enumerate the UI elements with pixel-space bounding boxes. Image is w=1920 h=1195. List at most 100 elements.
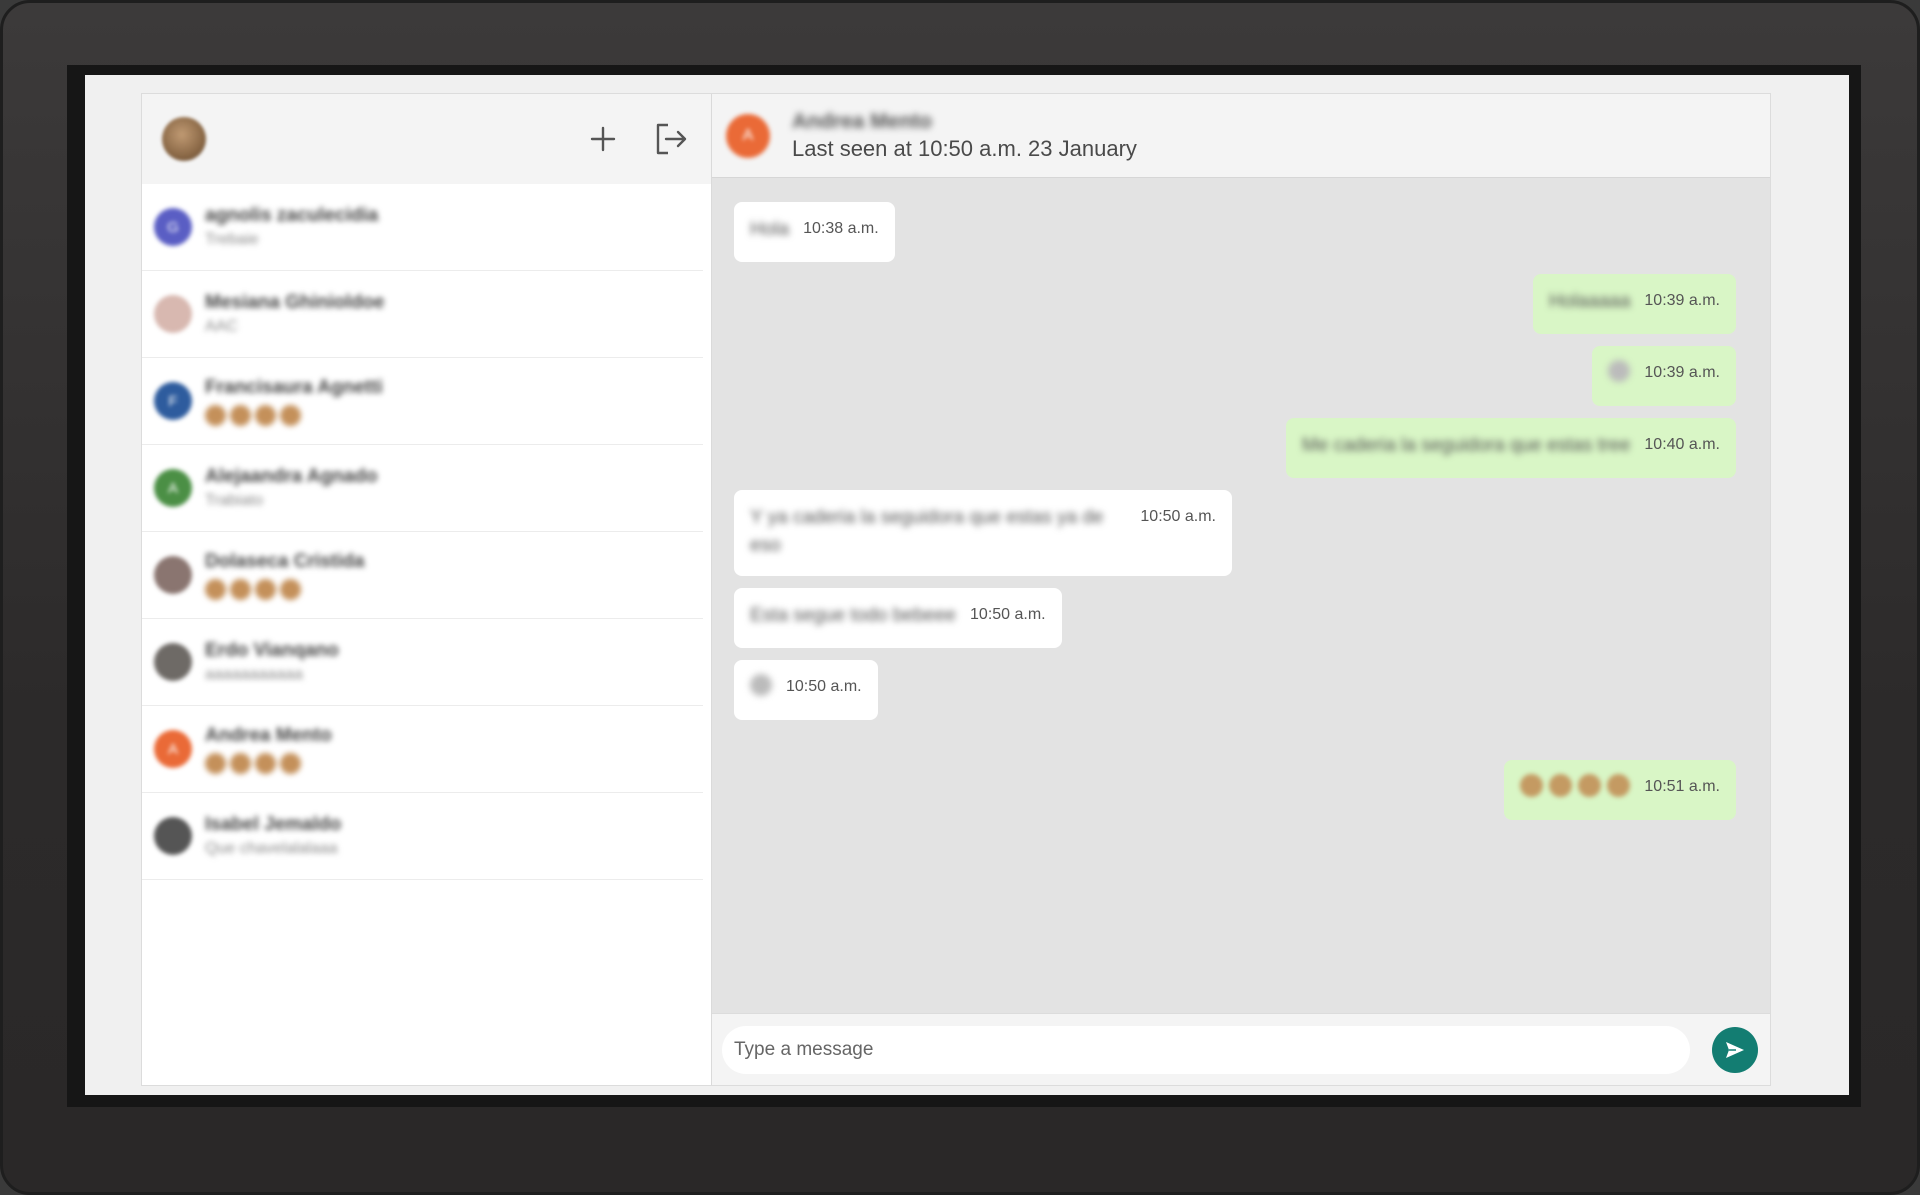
chat-avatar: A [154, 730, 192, 768]
conversation-header: A Andrea Mento Last seen at 10:50 a.m. 2… [712, 94, 1770, 178]
emoji-icon [255, 578, 276, 600]
chat-list-item[interactable]: A Alejaandra Agnado Trabiato [142, 445, 703, 532]
chat-text: Francisaura Agnetti [205, 377, 383, 426]
message-bubble[interactable]: 10:39 a.m. [1592, 346, 1736, 406]
header-actions [583, 119, 691, 159]
chat-text: Alejaandra Agnado Trabiato [205, 466, 377, 510]
message-time: 10:38 a.m. [803, 220, 879, 237]
chat-name: Erdo Vianqano [205, 640, 339, 661]
emoji-icon [230, 578, 251, 600]
message-text: Hola [750, 219, 790, 240]
contact-name: Andrea Mento [792, 109, 933, 133]
chat-list-item[interactable]: Isabel Jemaldo Que chavelalalaaa [142, 793, 703, 880]
monitor-bezel: Gagnolis zaculecidia Trebaie Mesiana Ghini… [0, 0, 1920, 1195]
chat-list-item[interactable]: Mesiana Ghinioldoe AAC [142, 271, 703, 358]
incoming-message: 10:50 a.m. [734, 660, 1736, 720]
message-text: Esta segue todo bebeee [750, 605, 957, 626]
emoji-icon [280, 404, 301, 426]
incoming-message: Hola 10:38 a.m. [734, 202, 1736, 262]
chat-list-item[interactable]: F Francisaura Agnetti [142, 358, 703, 445]
logout-button[interactable] [651, 119, 691, 159]
outgoing-message: 10:51 a.m. [734, 760, 1736, 820]
message-bubble[interactable]: Holaaaaa 10:39 a.m. [1533, 274, 1736, 334]
chat-text: Erdo Vianqano aaaaaaaaaaa [205, 640, 339, 684]
send-icon [1726, 1041, 1744, 1058]
message-time: 10:51 a.m. [1644, 778, 1720, 795]
message-time: 10:50 a.m. [970, 606, 1046, 623]
message-time: 10:39 a.m. [1644, 364, 1720, 381]
chat-avatar [154, 817, 192, 855]
message-input[interactable] [722, 1025, 1690, 1074]
incoming-message: Esta segue todo bebeee 10:50 a.m. [734, 588, 1736, 648]
message-time: 10:40 a.m. [1644, 436, 1720, 453]
logout-icon [656, 123, 687, 155]
emoji-icon [205, 404, 226, 426]
chat-name: Andrea Mento [205, 724, 332, 746]
message-text: Holaaaaa [1549, 291, 1631, 312]
chat-list-item[interactable]: Gagnolis zaculecidia Trebaie [142, 184, 703, 271]
contact-avatar[interactable]: A [726, 113, 770, 158]
chat-list-item[interactable]: A Andrea Mento [142, 706, 703, 793]
chat-avatar [154, 556, 192, 594]
my-avatar[interactable] [162, 117, 206, 161]
chat-text: Mesiana Ghinioldoe AAC [205, 292, 384, 336]
emoji-icon [1549, 774, 1573, 797]
emoji-message [1520, 774, 1631, 797]
message-bubble[interactable]: 10:50 a.m. [734, 660, 878, 720]
chat-name: Alejaandra Agnado [205, 466, 378, 487]
emoji-icon [280, 752, 301, 774]
emoji-icon [1578, 774, 1602, 797]
chat-preview: Trabiato [205, 492, 264, 509]
chat-text: agnolis zaculecidia Trebaie [205, 205, 378, 249]
outgoing-message: Holaaaaa 10:39 a.m. [734, 274, 1736, 334]
emoji-icon [205, 578, 226, 600]
send-button[interactable] [1712, 1026, 1758, 1073]
chat-list-item[interactable]: Erdo Vianqano aaaaaaaaaaa [142, 619, 703, 706]
chat-text: Isabel Jemaldo Que chavelalalaaa [205, 814, 341, 858]
message-bubble[interactable]: Esta segue todo bebeee 10:50 a.m. [734, 588, 1062, 648]
emoji-icon [230, 752, 251, 774]
chat-list-item[interactable]: Dolaseca Cristida [142, 532, 703, 619]
emoji-icon [280, 578, 301, 600]
chat-text: Dolaseca Cristida [205, 551, 364, 600]
emoji-icon [205, 752, 226, 774]
message-bubble[interactable]: Hola 10:38 a.m. [734, 202, 895, 262]
chat-name: Dolaseca Cristida [205, 550, 365, 572]
chat-preview: aaaaaaaaaaa [205, 666, 303, 683]
message-bubble[interactable]: Me caderia la seguidora que estas tree 10… [1285, 418, 1736, 478]
new-chat-button[interactable] [583, 119, 623, 159]
chat-avatar [154, 295, 192, 333]
composer [712, 1013, 1770, 1085]
chat-name: Isabel Jemaldo [205, 814, 342, 835]
chat-avatar: A [154, 469, 192, 507]
emoji-icon [1520, 774, 1544, 797]
emoji-icon [255, 404, 276, 426]
message-text [1608, 360, 1631, 382]
last-seen-status: Last seen at 10:50 a.m. 23 January [792, 135, 1137, 161]
emoji-icon [230, 404, 251, 426]
outgoing-message: Me caderia la seguidora que estas tree 10… [734, 418, 1736, 478]
chat-name: Francisaura Agnetti [205, 376, 383, 398]
chat-text: Andrea Mento [205, 725, 332, 774]
chat-name: agnolis zaculecidia [205, 205, 379, 226]
message-bubble[interactable]: Y ya caderia la seguidora que estas ya d… [734, 490, 1232, 576]
emoji-preview [205, 752, 332, 774]
message-text: Me caderia la seguidora que estas tree [1301, 435, 1631, 456]
emoji-preview [205, 404, 383, 426]
conversation-panel: A Andrea Mento Last seen at 10:50 a.m. 2… [712, 94, 1770, 1085]
message-bubble[interactable]: 10:51 a.m. [1504, 760, 1736, 820]
emoji-icon [1607, 774, 1631, 797]
sidebar-header [142, 94, 711, 184]
plus-icon [590, 126, 616, 152]
chat-avatar: G [154, 208, 192, 246]
chat-app: Gagnolis zaculecidia Trebaie Mesiana Ghini… [141, 93, 1771, 1086]
emoji-icon [255, 752, 276, 774]
message-area: Hola 10:38 a.m. Holaaaaa 10:39 a.m. 10:39 a.… [712, 178, 1770, 1013]
message-time: 10:50 a.m. [1140, 508, 1216, 525]
contact-info: Andrea Mento Last seen at 10:50 a.m. 23 … [792, 110, 1137, 162]
chat-preview: AAC [205, 318, 238, 335]
chat-avatar: F [154, 382, 192, 420]
chat-list: Gagnolis zaculecidia Trebaie Mesiana Ghini… [142, 184, 711, 1085]
screen: Gagnolis zaculecidia Trebaie Mesiana Ghini… [85, 75, 1849, 1095]
